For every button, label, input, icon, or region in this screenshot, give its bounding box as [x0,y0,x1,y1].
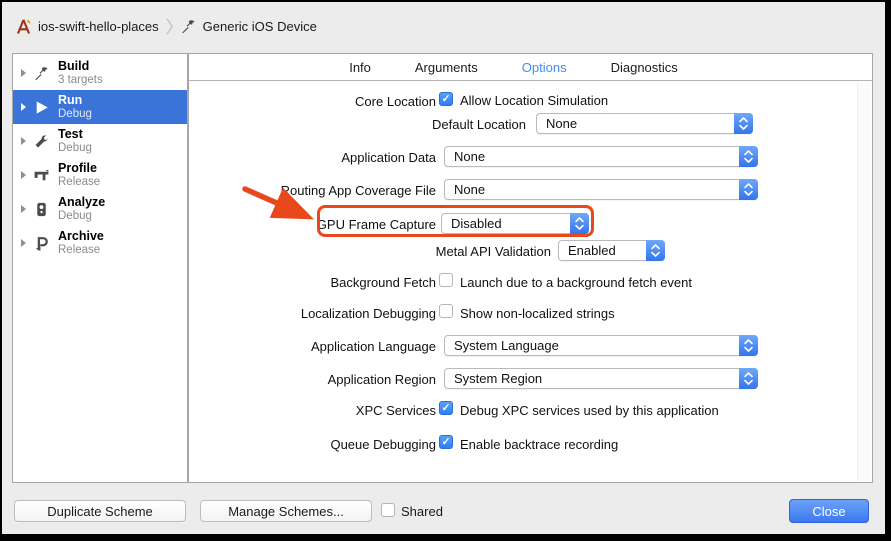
gpu-frame-capture-dropdown[interactable]: Disabled [441,213,589,234]
analyze-icon [32,200,50,218]
sidebar-item-label: Run [58,93,92,107]
sidebar-item-detail: Debug [58,210,105,223]
check-icon: ✓ [442,402,451,414]
disclosure-triangle-icon[interactable] [21,239,26,247]
scheme-editor-window: ios-swift-hello-places Generic iOS Devic… [0,0,891,541]
localization-debugging-text: Show non-localized strings [460,306,615,321]
xpc-services-label: XPC Services [189,403,436,418]
close-button[interactable]: Close [789,499,869,523]
sidebar-item-detail: Debug [58,108,92,121]
stepper-arrows-icon [570,213,589,234]
check-icon: ✓ [442,436,451,448]
default-location-dropdown[interactable]: None [536,113,753,134]
sidebar-item-label: Archive [58,229,104,243]
sidebar-item-analyze[interactable]: AnalyzeDebug [13,192,187,226]
sidebar-item-label: Test [58,127,92,141]
options-pane: Info Arguments Options Diagnostics Core … [188,53,873,483]
tab-diagnostics[interactable]: Diagnostics [611,60,678,75]
disclosure-triangle-icon[interactable] [21,137,26,145]
duplicate-scheme-button[interactable]: Duplicate Scheme [14,500,186,522]
tab-info[interactable]: Info [349,60,371,75]
stepper-arrows-icon [739,146,758,167]
archive-icon [32,234,50,252]
breadcrumb-scheme[interactable]: ios-swift-hello-places [38,19,159,34]
shared-checkbox[interactable] [381,503,395,517]
build-hammer-icon [32,64,50,82]
queue-debugging-text: Enable backtrace recording [460,437,618,452]
core-location-label: Core Location [189,94,436,109]
localization-debugging-label: Localization Debugging [189,306,436,321]
profile-caliper-icon [32,166,50,184]
disclosure-triangle-icon[interactable] [21,103,26,111]
stepper-arrows-icon [646,240,665,261]
sidebar-item-archive[interactable]: ArchiveRelease [13,226,187,260]
application-language-dropdown[interactable]: System Language [444,335,758,356]
tab-bar: Info Arguments Options Diagnostics [189,54,872,81]
sidebar-item-label: Analyze [58,195,105,209]
disclosure-triangle-icon[interactable] [21,205,26,213]
xpc-services-text: Debug XPC services used by this applicat… [460,403,719,418]
sidebar-item-test[interactable]: TestDebug [13,124,187,158]
sidebar-item-label: Profile [58,161,100,175]
routing-app-coverage-dropdown[interactable]: None [444,179,758,200]
sidebar-item-build[interactable]: Build3 targets [13,56,187,90]
scheme-editor-dialog: ios-swift-hello-places Generic iOS Devic… [2,2,885,534]
application-language-label: Application Language [189,339,436,354]
sidebar-item-detail: Release [58,176,100,189]
stepper-arrows-icon [739,179,758,200]
test-wrench-icon [32,132,50,150]
tab-arguments[interactable]: Arguments [415,60,478,75]
application-region-label: Application Region [189,372,436,387]
queue-debugging-label: Queue Debugging [189,437,436,452]
tab-options[interactable]: Options [522,60,567,75]
metal-api-validation-dropdown[interactable]: Enabled [558,240,665,261]
project-icon [15,18,32,35]
metal-api-validation-label: Metal API Validation [189,244,551,259]
background-fetch-label: Background Fetch [189,275,436,290]
sidebar-item-detail: 3 targets [58,74,103,87]
background-fetch-text: Launch due to a background fetch event [460,275,692,290]
breadcrumb-destination[interactable]: Generic iOS Device [203,19,317,34]
stepper-arrows-icon [739,368,758,389]
dropdown-value: System Region [454,369,542,388]
annotation-arrow-icon [236,183,336,238]
disclosure-triangle-icon[interactable] [21,171,26,179]
allow-location-simulation-text: Allow Location Simulation [460,93,608,108]
dropdown-value: Enabled [568,241,616,260]
default-location-label: Default Location [189,117,526,132]
dropdown-value: None [546,114,577,133]
run-play-icon [32,98,50,116]
background-fetch-checkbox[interactable] [439,273,453,287]
hammer-icon [180,18,197,35]
manage-schemes-button[interactable]: Manage Schemes... [200,500,372,522]
sidebar-item-detail: Release [58,244,104,257]
queue-debugging-checkbox[interactable]: ✓ [439,435,453,449]
allow-location-simulation-checkbox[interactable]: ✓ [439,92,453,106]
scheme-sidebar: Build3 targets RunDebug TestDebug Profil… [12,53,188,483]
xpc-services-checkbox[interactable]: ✓ [439,401,453,415]
dropdown-value: Disabled [451,214,502,233]
application-data-dropdown[interactable]: None [444,146,758,167]
check-icon: ✓ [442,93,451,105]
scrollbar-track[interactable] [857,82,871,481]
stepper-arrows-icon [734,113,753,134]
sidebar-item-profile[interactable]: ProfileRelease [13,158,187,192]
breadcrumb: ios-swift-hello-places Generic iOS Devic… [15,15,317,37]
stepper-arrows-icon [739,335,758,356]
dropdown-value: None [454,147,485,166]
dropdown-value: None [454,180,485,199]
sidebar-item-detail: Debug [58,142,92,155]
breadcrumb-separator-icon [165,17,174,36]
application-data-label: Application Data [189,150,436,165]
disclosure-triangle-icon[interactable] [21,69,26,77]
sidebar-item-run[interactable]: RunDebug [13,90,187,124]
dropdown-value: System Language [454,336,559,355]
application-region-dropdown[interactable]: System Region [444,368,758,389]
sidebar-item-label: Build [58,59,103,73]
localization-debugging-checkbox[interactable] [439,304,453,318]
shared-label: Shared [401,504,443,519]
